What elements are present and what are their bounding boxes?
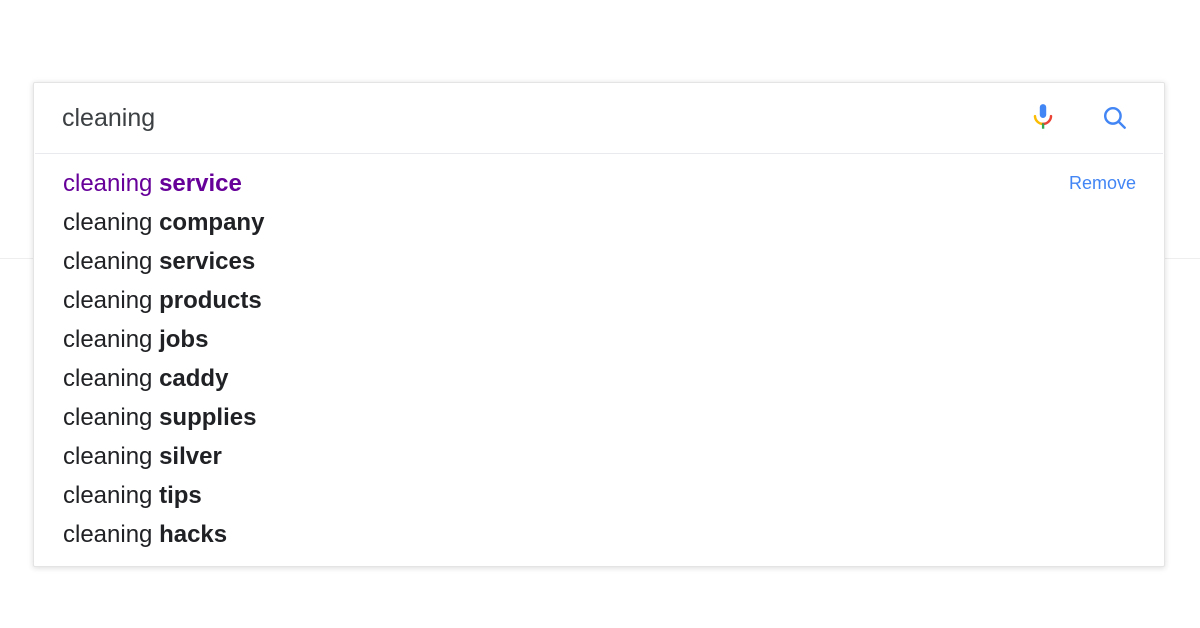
search-bar[interactable] <box>34 83 1164 153</box>
suggestion-completion: silver <box>159 443 222 470</box>
suggestion-completion: hacks <box>159 521 228 548</box>
suggestion-prefix: cleaning <box>63 443 160 470</box>
suggestion-item[interactable]: cleaning silver <box>34 437 1164 476</box>
suggestion-text: cleaning caddy <box>63 359 1136 398</box>
remove-suggestion-link[interactable]: Remove <box>1049 164 1136 203</box>
suggestion-text: cleaning service <box>63 164 1049 203</box>
suggestion-item[interactable]: cleaning services <box>34 242 1164 281</box>
suggestion-completion: services <box>159 248 256 275</box>
suggestion-completion: jobs <box>159 326 209 353</box>
suggestion-text: cleaning company <box>63 203 1136 242</box>
suggestion-prefix: cleaning <box>63 287 160 314</box>
suggestion-prefix: cleaning <box>63 521 160 548</box>
microphone-icon[interactable] <box>1020 95 1066 141</box>
suggestion-text: cleaning jobs <box>63 320 1136 359</box>
suggestion-item[interactable]: cleaning supplies <box>34 398 1164 437</box>
suggestion-text: cleaning services <box>63 242 1136 281</box>
suggestion-completion: tips <box>159 482 202 509</box>
suggestion-item[interactable]: cleaning jobs <box>34 320 1164 359</box>
suggestion-prefix: cleaning <box>63 248 160 275</box>
suggestion-completion: products <box>159 287 262 314</box>
suggestion-item[interactable]: cleaning hacks <box>34 515 1164 554</box>
suggestion-prefix: cleaning <box>63 404 160 431</box>
suggestion-item[interactable]: cleaning tips <box>34 476 1164 515</box>
search-icon[interactable] <box>1092 95 1138 141</box>
suggestion-text: cleaning hacks <box>63 515 1136 554</box>
suggestion-prefix: cleaning <box>63 170 160 197</box>
suggestion-item[interactable]: cleaning company <box>34 203 1164 242</box>
suggestion-item[interactable]: cleaning service Remove <box>34 164 1164 203</box>
suggestion-text: cleaning silver <box>63 437 1136 476</box>
suggestion-text: cleaning supplies <box>63 398 1136 437</box>
suggestion-completion: service <box>159 170 242 197</box>
suggestion-prefix: cleaning <box>63 482 160 509</box>
search-suggest-panel: cleaning serviceRemovecleaning companycl… <box>33 82 1165 567</box>
suggestion-item[interactable]: cleaning products <box>34 281 1164 320</box>
suggestion-text: cleaning tips <box>63 476 1136 515</box>
suggestion-completion: supplies <box>159 404 257 431</box>
suggestion-prefix: cleaning <box>63 326 160 353</box>
suggestion-text: cleaning products <box>63 281 1136 320</box>
suggestion-completion: company <box>159 209 265 236</box>
suggestion-prefix: cleaning <box>63 365 160 392</box>
suggestion-completion: caddy <box>159 365 229 392</box>
suggestion-prefix: cleaning <box>63 209 160 236</box>
suggestion-list: cleaning service Remove cleaning company cl… <box>34 154 1164 566</box>
suggestion-item[interactable]: cleaning caddy <box>34 359 1164 398</box>
search-input[interactable] <box>62 102 1020 134</box>
search-actions <box>1020 95 1164 141</box>
